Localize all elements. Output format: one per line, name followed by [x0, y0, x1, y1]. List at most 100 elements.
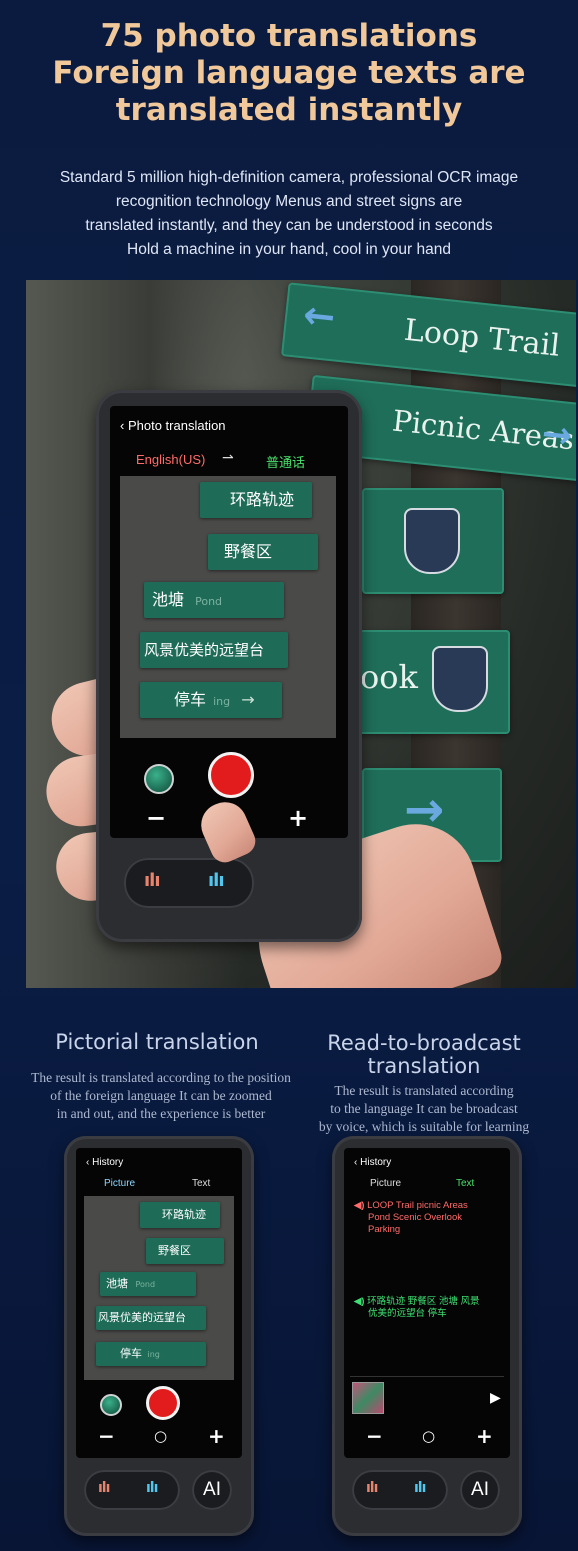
- broadcast-desc-line-1: The result is translated according: [334, 1083, 514, 1098]
- broadcast-title: Read-to-broadcast translation: [308, 1032, 540, 1078]
- target-text-2: 优美的远望台 停车: [368, 1308, 447, 1319]
- back-button[interactable]: ‹ Photo translation: [120, 418, 226, 433]
- shutter-button-icon[interactable]: [208, 752, 254, 798]
- pictorial-back-button[interactable]: ‹ History: [86, 1157, 123, 1168]
- pictorial-desc-line-3: in and out, and the experience is better: [56, 1106, 266, 1121]
- zoom-in-button[interactable]: +: [208, 1424, 225, 1448]
- sign-5-arrow-icon: →: [241, 690, 255, 709]
- tab-picture[interactable]: Picture: [104, 1178, 135, 1189]
- back-chevron-icon: ‹: [120, 418, 125, 433]
- hero-photo: ← Loop Trail Picnic Areas → ook → ‹ Phot…: [26, 280, 576, 988]
- broadcast-title-line-1: Read-to-broadcast: [327, 1031, 521, 1055]
- mic-wave-icon-left[interactable]: ılı: [144, 870, 160, 891]
- broadcast-description: The result is translated according to th…: [300, 1082, 548, 1136]
- description-line-3: translated instantly, and they can be un…: [85, 217, 493, 234]
- park-badge-icon-2: [432, 646, 488, 712]
- broadcast-desc-line-3: by voice, which is suitable for learning: [318, 1119, 530, 1134]
- broadcast-title-line-2: translation: [367, 1054, 481, 1078]
- overlook-sign: ook: [356, 630, 510, 734]
- zoom-out-button[interactable]: −: [366, 1424, 383, 1448]
- description-line-1: Standard 5 million high-definition camer…: [59, 169, 519, 186]
- mic-wave-icon-right[interactable]: ılı: [414, 1480, 426, 1496]
- pictorial-title: Pictorial translation: [55, 1030, 259, 1054]
- small-sign-5-zh: 停车: [120, 1347, 142, 1360]
- pictorial-voice-bar: ılı ılı: [84, 1470, 180, 1510]
- voice-key-bar: ılı ılı: [124, 858, 254, 908]
- ai-button[interactable]: AI: [192, 1470, 232, 1510]
- zoom-out-button[interactable]: −: [98, 1424, 115, 1448]
- translated-sign-4: 风景优美的远望台: [140, 632, 288, 668]
- small-sign-1: 环路轨迹: [140, 1202, 220, 1228]
- target-text-1: 环路轨迹 野餐区 池塘 风景: [367, 1296, 480, 1307]
- zoom-indicator[interactable]: ○: [422, 1427, 435, 1445]
- zoom-indicator[interactable]: ○: [154, 1427, 167, 1445]
- small-sign-4: 风景优美的远望台: [96, 1306, 206, 1330]
- broadcast-device: ‹ History Picture Text ◀) LOOP Trail pic…: [332, 1136, 522, 1536]
- park-badge-icon: [404, 508, 460, 574]
- translated-sign-5: 停车 ing →: [140, 682, 282, 718]
- source-language[interactable]: English(US): [136, 452, 205, 467]
- history-title: History: [360, 1157, 392, 1168]
- sign-3-en-faded: Pond: [195, 595, 223, 608]
- sign-5-en-faded: ing: [213, 695, 231, 708]
- speaker-icon[interactable]: ◀): [354, 1200, 364, 1211]
- camera-viewport: 环路轨迹 野餐区 池塘 Pond 风景优美的远望台 停车 ing →: [120, 476, 336, 738]
- source-image-thumbnail[interactable]: [352, 1382, 384, 1414]
- gallery-thumb-icon[interactable]: [144, 764, 174, 794]
- source-text-3: Parking: [368, 1224, 401, 1235]
- ai-button[interactable]: AI: [460, 1470, 500, 1510]
- small-sign-5-faded: ing: [147, 1350, 160, 1359]
- tab-picture[interactable]: Picture: [370, 1178, 401, 1189]
- right-arrow-icon: →: [539, 413, 575, 458]
- pictorial-description: The result is translated according to th…: [8, 1069, 314, 1123]
- translated-sign-2: 野餐区: [208, 534, 318, 570]
- overlook-text: ook: [360, 658, 418, 696]
- small-sign-3: 池塘 Pond: [100, 1272, 196, 1296]
- left-arrow-icon: ←: [301, 292, 338, 340]
- mic-wave-icon-right[interactable]: ılı: [146, 1480, 158, 1496]
- broadcast-back-button[interactable]: ‹ History: [354, 1157, 391, 1168]
- source-text-2: Pond Scenic Overlook: [368, 1212, 462, 1223]
- small-sign-3-faded: Pond: [135, 1280, 156, 1289]
- broadcast-voice-bar: ılı ılı: [352, 1470, 448, 1510]
- translated-sign-1: 环路轨迹: [200, 482, 312, 518]
- back-chevron-icon: ‹: [354, 1157, 358, 1168]
- history-title: History: [92, 1157, 124, 1168]
- screen-title: Photo translation: [127, 418, 226, 433]
- zoom-in-button[interactable]: +: [476, 1424, 493, 1448]
- tab-text[interactable]: Text: [192, 1178, 210, 1189]
- mic-wave-icon-right[interactable]: ılı: [208, 870, 224, 891]
- source-result-line-1: ◀) LOOP Trail picnic Areas: [354, 1200, 504, 1212]
- divider: [350, 1376, 504, 1377]
- pictorial-device: ‹ History Picture Text 环路轨迹 野餐区 池塘 Pond …: [64, 1136, 254, 1536]
- gallery-thumb-icon[interactable]: [100, 1394, 122, 1416]
- swap-arrow-icon[interactable]: ⇀: [222, 450, 234, 466]
- badge-sign-1: [362, 488, 504, 594]
- source-text-1: LOOP Trail picnic Areas: [367, 1200, 468, 1211]
- description-line-4: Hold a machine in your hand, cool in you…: [127, 241, 451, 258]
- shutter-button-icon[interactable]: [146, 1386, 180, 1420]
- pictorial-desc-line-1: The result is translated according to th…: [31, 1070, 291, 1085]
- target-language[interactable]: 普通话: [266, 452, 305, 471]
- pictorial-image: 环路轨迹 野餐区 池塘 Pond 风景优美的远望台 停车 ing: [84, 1196, 234, 1380]
- play-icon[interactable]: ▶: [490, 1390, 501, 1406]
- headline-line-2: Foreign language texts are: [52, 55, 526, 91]
- source-result: ◀) LOOP Trail picnic Areas Pond Scenic O…: [354, 1200, 504, 1236]
- mic-wave-icon-left[interactable]: ılı: [98, 1480, 110, 1496]
- small-sign-5: 停车 ing: [96, 1342, 206, 1366]
- small-sign-2: 野餐区: [146, 1238, 224, 1264]
- zoom-in-button[interactable]: +: [288, 804, 308, 832]
- mic-wave-icon-left[interactable]: ılı: [366, 1480, 378, 1496]
- back-chevron-icon: ‹: [86, 1157, 90, 1168]
- device-screen: ‹ Photo translation English(US) ⇀ 普通话 环路…: [110, 406, 348, 838]
- zoom-out-button[interactable]: −: [146, 804, 166, 832]
- sign-3-zh: 池塘: [152, 590, 185, 609]
- pictorial-desc-line-2: of the foreign language It can be zoomed: [50, 1088, 272, 1103]
- sign-5-zh: 停车: [174, 690, 207, 709]
- tab-text[interactable]: Text: [456, 1178, 474, 1189]
- speaker-icon[interactable]: ◀): [354, 1296, 364, 1307]
- description-line-2: recognition technology Menus and street …: [115, 193, 463, 210]
- headline: 75 photo translations Foreign language t…: [0, 18, 578, 129]
- product-page: 75 photo translations Foreign language t…: [0, 0, 578, 1551]
- broadcast-desc-line-2: to the language It can be broadcast: [330, 1101, 518, 1116]
